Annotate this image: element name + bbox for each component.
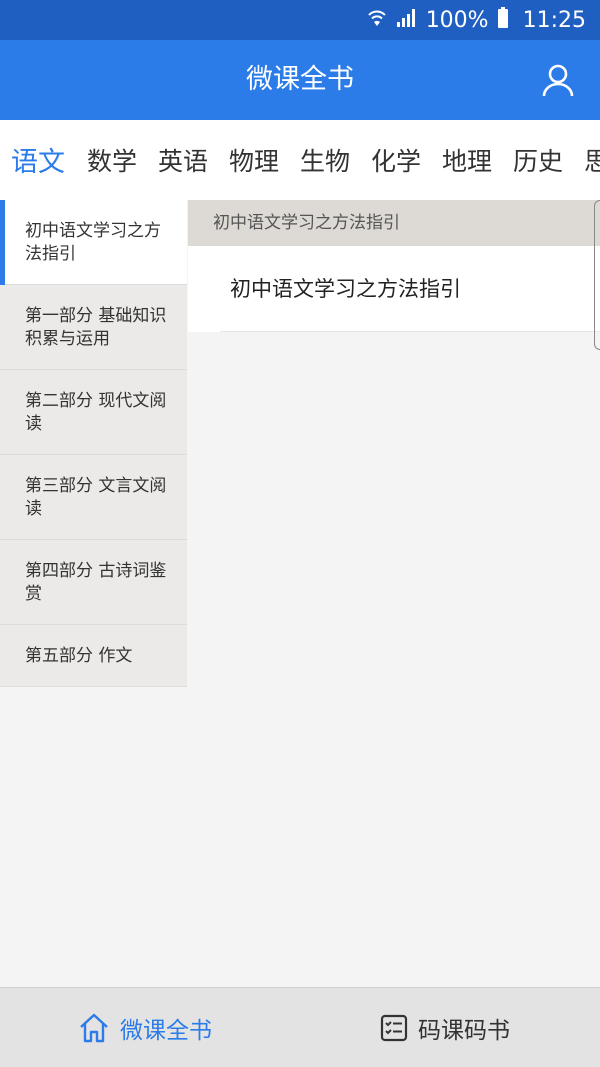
tab-biology[interactable]: 生物 — [300, 142, 350, 178]
menu-item-part-1[interactable]: 第一部分 基础知识积累与运用 — [0, 285, 187, 370]
tab-physics[interactable]: 物理 — [229, 142, 279, 178]
home-icon — [78, 1012, 110, 1044]
tab-geography[interactable]: 地理 — [442, 142, 492, 178]
list-item[interactable]: 初中语文学习之方法指引 — [188, 246, 600, 332]
page-title: 微课全书 — [246, 64, 354, 95]
checklist-icon — [380, 1014, 408, 1042]
menu-item-part-4[interactable]: 第四部分 古诗词鉴赏 — [0, 540, 187, 625]
nav-code-label: 码课码书 — [418, 1018, 510, 1044]
status-indicators: 100% 11:25 — [366, 6, 586, 34]
user-icon[interactable] — [540, 62, 576, 98]
nav-code-button[interactable]: 码课码书 — [380, 988, 510, 1067]
chapter-menu: 初中语文学习之方法指引 第一部分 基础知识积累与运用 第二部分 现代文阅读 第三… — [0, 200, 187, 687]
tab-politics[interactable]: 思 — [584, 142, 600, 178]
app-bar: 微课全书 — [0, 40, 600, 120]
battery-icon — [497, 7, 509, 33]
menu-item-part-5[interactable]: 第五部分 作文 — [0, 625, 187, 687]
nav-home-button[interactable]: 微课全书 — [78, 988, 212, 1067]
battery-percent: 100% — [425, 7, 489, 33]
content-panel: 初中语文学习之方法指引 初中语文学习之方法指引 — [188, 200, 600, 332]
signal-icon — [396, 8, 418, 32]
tab-math[interactable]: 数学 — [87, 142, 137, 178]
menu-item-method-guide[interactable]: 初中语文学习之方法指引 — [0, 200, 187, 285]
tab-history[interactable]: 历史 — [513, 142, 563, 178]
tab-english[interactable]: 英语 — [158, 142, 208, 178]
section-header: 初中语文学习之方法指引 — [188, 200, 600, 246]
subject-tabs: 语文 数学 英语 物理 生物 化学 地理 历史 思 — [0, 120, 600, 200]
nav-home-label: 微课全书 — [120, 1018, 212, 1044]
clock: 11:25 — [522, 7, 586, 33]
bottom-nav: 微课全书 码课码书 — [0, 987, 600, 1067]
status-bar: 100% 11:25 — [0, 0, 600, 40]
scroll-indicator — [594, 200, 600, 350]
tab-chinese[interactable]: 语文 — [11, 140, 65, 179]
menu-item-part-3[interactable]: 第三部分 文言文阅读 — [0, 455, 187, 540]
lesson-title: 初中语文学习之方法指引 — [220, 246, 600, 332]
menu-item-part-2[interactable]: 第二部分 现代文阅读 — [0, 370, 187, 455]
wifi-icon — [366, 8, 388, 32]
tab-chemistry[interactable]: 化学 — [371, 142, 421, 178]
